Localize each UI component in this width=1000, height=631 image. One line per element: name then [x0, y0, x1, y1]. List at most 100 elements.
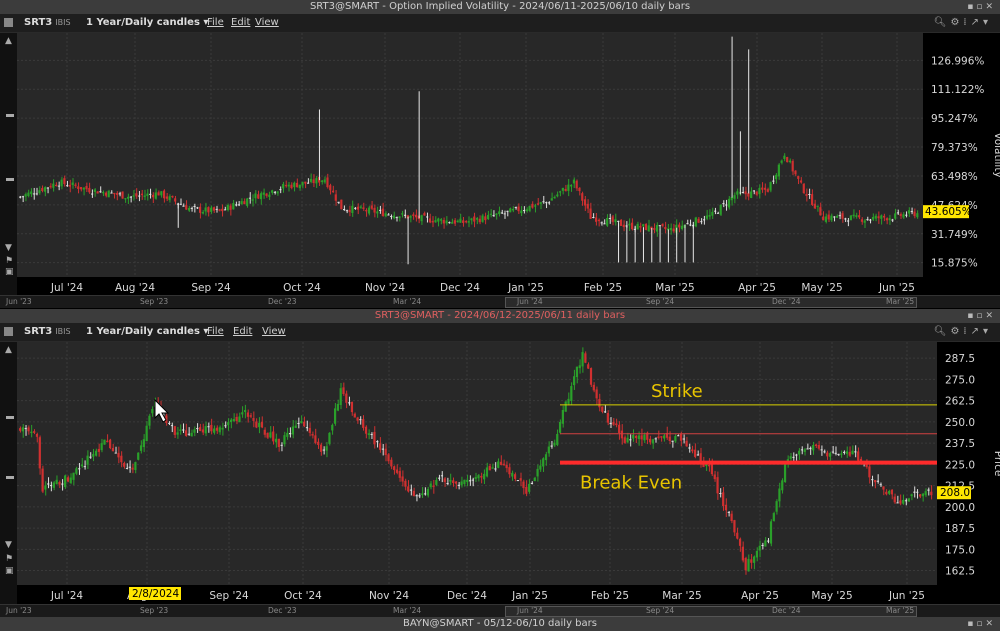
candle-body — [741, 191, 744, 193]
candle-body — [362, 207, 365, 209]
third-window-title-bar[interactable]: BAYN@SMART - 05/12-06/10 daily bars ▪▫✕ — [0, 617, 1000, 631]
candle-body — [775, 501, 778, 512]
chart-icon[interactable] — [4, 327, 13, 336]
candle-body — [259, 193, 263, 200]
top-sidebar: ▲ ▼ ⚑ ▣ — [0, 33, 17, 295]
candle-body — [395, 217, 398, 219]
candle-body — [511, 208, 515, 211]
y-axis-title: Volatility — [992, 132, 1000, 177]
y-tick-label: 15.875% — [931, 258, 978, 270]
candle-body — [772, 513, 775, 521]
top-symbol[interactable]: SRT3 IBIS — [24, 14, 71, 32]
candle-body — [528, 483, 531, 492]
top-menu-file[interactable]: File — [207, 14, 224, 32]
lock-icon[interactable]: ▣ — [5, 267, 14, 277]
candle-body — [398, 216, 401, 218]
candle-body — [439, 219, 443, 221]
top-window-title-bar[interactable]: SRT3@SMART - Option Implied Volatility -… — [0, 0, 1000, 14]
top-toolbar-icons[interactable]: 🔍︎⚙⁞↗▾ — [934, 14, 992, 32]
candle-body — [539, 202, 542, 204]
y-tick-label: 200.0 — [945, 502, 975, 514]
timeline-scroll-thumb[interactable] — [505, 297, 917, 308]
lock-icon[interactable]: ▣ — [5, 566, 14, 576]
candle-body — [376, 211, 379, 214]
candle-body — [489, 213, 492, 215]
candle-body — [283, 435, 286, 445]
candle-body — [873, 480, 877, 483]
tools-icon[interactable]: ⚑ — [5, 256, 13, 266]
bottom-window-title-bar[interactable]: SRT3@SMART - 2024/06/12-2025/06/11 daily… — [0, 309, 1000, 323]
candle-body — [498, 211, 501, 215]
scroll-down-icon[interactable]: ▼ — [5, 540, 12, 550]
candle-body — [348, 402, 351, 404]
candle-body — [21, 196, 24, 198]
candle-body — [927, 489, 930, 491]
bottom-sidebar: ▲ ▼ ⚑ ▣ — [0, 342, 17, 604]
candle-body — [117, 452, 120, 458]
candle-body — [888, 218, 891, 221]
candle-body — [305, 427, 309, 429]
candle-body — [198, 427, 202, 431]
candle-body — [55, 184, 58, 187]
bottom-menu-file[interactable]: File — [207, 323, 224, 341]
volatility-chart[interactable]: 126.996%111.122%95.247%79.373%63.498%47.… — [17, 33, 1000, 295]
candle-body — [30, 191, 33, 195]
candle-body — [395, 469, 399, 473]
candle-body — [724, 504, 728, 511]
candle-body — [91, 193, 94, 195]
candle-body — [860, 219, 864, 222]
tools-icon[interactable]: ⚑ — [5, 554, 13, 564]
window-controls[interactable]: ▪▫✕ — [967, 617, 996, 631]
candle-body — [664, 226, 667, 230]
bottom-menu-view[interactable]: View — [262, 323, 286, 341]
bottom-period-dropdown[interactable]: 1 Year/Daily candles ▾ — [86, 323, 208, 341]
candle-body — [844, 218, 847, 220]
top-menu-view[interactable]: View — [255, 14, 279, 32]
candle-body — [827, 214, 830, 220]
candle-body — [149, 193, 152, 195]
candle-body — [218, 427, 221, 433]
candle-body — [326, 177, 329, 188]
candle-body — [705, 464, 708, 467]
candle-body — [331, 190, 335, 193]
timeline-label: Mar '25 — [886, 606, 915, 615]
scroll-up-icon[interactable]: ▲ — [5, 345, 12, 355]
candle-body — [558, 421, 562, 433]
top-timeline-navigator[interactable]: Jun '23 Sep '23 Dec '23 Mar '24 Jun '24 … — [0, 295, 1000, 308]
candle-body — [789, 456, 792, 459]
candle-body — [513, 474, 517, 479]
scroll-down-icon[interactable]: ▼ — [5, 243, 12, 253]
candle-body — [711, 211, 714, 216]
candle-body — [653, 228, 656, 230]
candle-body — [642, 224, 645, 227]
window-controls[interactable]: ▪▫✕ — [967, 0, 996, 14]
price-chart[interactable]: 287.5275.0262.5250.0237.5225.0212.5200.0… — [17, 342, 1000, 604]
candle-body — [539, 465, 542, 470]
top-menu-edit[interactable]: Edit — [231, 14, 250, 32]
candle-body — [614, 219, 617, 223]
current-value-label: 43.605% — [925, 206, 972, 218]
candle-body — [655, 225, 659, 232]
candle-body — [71, 182, 74, 186]
window-controls[interactable]: ▪▫✕ — [967, 309, 996, 323]
candle-body — [429, 483, 432, 488]
candle-body — [592, 216, 595, 218]
candle-body — [578, 187, 581, 192]
scroll-up-icon[interactable]: ▲ — [5, 36, 12, 46]
top-period-dropdown[interactable]: 1 Year/Daily candles ▾ — [86, 14, 208, 32]
candle-body — [677, 435, 680, 437]
bottom-toolbar-icons[interactable]: 🔍︎⚙⁞↗▾ — [934, 323, 992, 341]
candle-body — [603, 411, 607, 413]
bottom-timeline-navigator[interactable]: Jun '23 Sep '23 Dec '23 Mar '24 Jun '24 … — [0, 604, 1000, 617]
chart-icon[interactable] — [4, 18, 13, 27]
candle-body — [384, 448, 387, 456]
candle-body — [696, 454, 699, 456]
bottom-symbol[interactable]: SRT3 IBIS — [24, 323, 71, 341]
candle-body — [246, 198, 249, 206]
candle-body — [160, 191, 163, 196]
timeline-scroll-thumb[interactable] — [505, 606, 917, 617]
candle-body — [838, 215, 841, 217]
candle-body — [456, 220, 459, 222]
bottom-menu-edit[interactable]: Edit — [233, 323, 252, 341]
candle-body — [131, 467, 134, 470]
